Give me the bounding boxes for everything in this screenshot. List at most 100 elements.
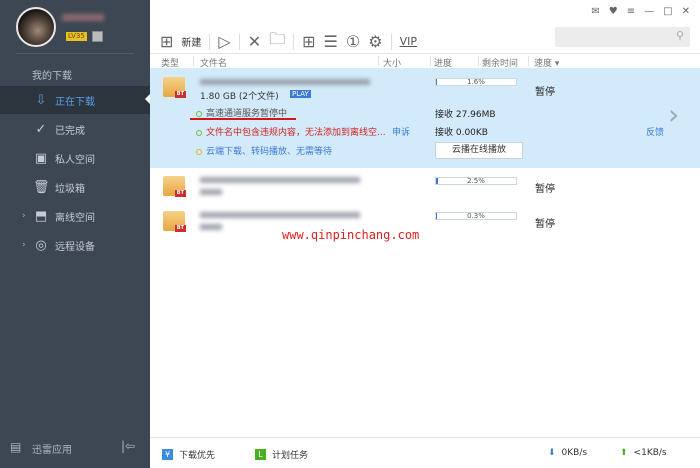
apps-bar: ▤ 迅雷应用 |⇦ xyxy=(0,436,150,468)
chevron-right-icon[interactable]: › xyxy=(668,98,679,131)
progress-fill xyxy=(436,178,438,184)
progress-bar: 0.3% xyxy=(435,212,517,220)
status-bar: ¥ 下载优先 L 计划任务 ⬇ 0KB/s ⬆ <1KB/s xyxy=(150,437,700,468)
lock-icon: ▣ xyxy=(34,150,48,166)
sidebar-item-downloading[interactable]: ⇩ 正在下载 xyxy=(0,86,150,114)
progress-label: 0.3% xyxy=(467,212,485,220)
search-icon[interactable]: ⚲ xyxy=(676,29,684,42)
bt-folder-icon: BT xyxy=(163,211,186,232)
task-row[interactable]: BT 0.3% 暂停 xyxy=(150,205,700,240)
size-blurred xyxy=(200,189,222,195)
appeal-link[interactable]: 申诉 xyxy=(392,125,410,138)
sidebar-item-trash[interactable]: 🗑 垃圾箱 xyxy=(0,173,150,201)
sidebar-item-label: 垃圾箱 xyxy=(55,183,85,195)
progress-bar: 2.5% xyxy=(435,177,517,185)
start-icon[interactable]: ▷ xyxy=(218,32,230,51)
medal-icon xyxy=(92,31,103,42)
sidebar-item-label: 已完成 xyxy=(55,125,85,137)
trash-icon: 🗑 xyxy=(33,179,50,195)
upload-speed-value: <1KB/s xyxy=(633,448,667,458)
cloud-promo[interactable]: 云端下载、转码播放、无需等待 xyxy=(196,144,332,157)
bt-folder-icon: BT xyxy=(163,176,186,197)
minimize-icon[interactable]: — xyxy=(644,6,654,17)
apps-icon: ▤ xyxy=(10,440,22,454)
bt-folder-icon: BT xyxy=(163,77,186,98)
sidebar-item-label: 远程设备 xyxy=(55,241,95,253)
sidebar: LV35 我的下载 ⇩ 正在下载 ✓ 已完成 ▣ 私人空间 🗑 垃圾箱 › ⬒ 离线空间 ›… xyxy=(0,0,150,468)
divider xyxy=(209,33,211,50)
download-speed: ⬇ 0KB/s xyxy=(548,448,587,458)
delete-icon[interactable]: ✕ xyxy=(248,32,261,51)
play-tag[interactable]: PLAY xyxy=(290,90,311,98)
task-size: 1.80 GB (2个文件) xyxy=(200,92,279,102)
qr-code-icon[interactable]: ⊞ xyxy=(302,32,315,51)
task-row[interactable]: BT 1.80 GB (2个文件) PLAY 1.6% 暂停 高速通道服务暂停中… xyxy=(150,68,700,168)
maximize-icon[interactable]: □ xyxy=(663,6,672,17)
toolbar: ⊞ 新建 ▷ ✕ 🗀 ⊞ ☰ ① ⚙ VIP xyxy=(160,28,417,55)
filename-blurred xyxy=(200,212,360,218)
sidebar-item-offline[interactable]: › ⬒ 离线空间 xyxy=(0,202,150,230)
progress-bar: 1.6% xyxy=(435,78,517,86)
priority-label: 下载优先 xyxy=(179,451,216,461)
arrow-down-icon: ⬇ xyxy=(548,448,556,458)
mail-icon[interactable]: ✉ xyxy=(591,6,599,17)
received-1: 接收 27.96MB xyxy=(435,110,496,120)
download-priority-button[interactable]: ¥ 下载优先 xyxy=(162,448,215,461)
progress-label: 1.6% xyxy=(467,78,485,86)
new-task-button[interactable]: 新建 xyxy=(181,34,201,49)
apps-button[interactable]: 迅雷应用 xyxy=(32,441,72,456)
check-circle-icon: ✓ xyxy=(35,121,47,137)
sidebar-header: 我的下载 xyxy=(32,71,72,82)
feedback-link[interactable]: 反馈 xyxy=(646,125,664,138)
cloud-play-button[interactable]: 云播在线播放 xyxy=(435,142,523,159)
divider xyxy=(238,33,240,50)
skin-icon[interactable]: ♥ xyxy=(609,6,618,17)
sidebar-item-label: 离线空间 xyxy=(55,212,95,224)
offline-error: 文件名中包含违规内容，无法添加到离线空... xyxy=(196,125,386,138)
download-icon: ⇩ xyxy=(35,92,47,108)
collapse-sidebar-icon[interactable]: |⇦ xyxy=(121,439,135,453)
received-2: 接收 0.00KB xyxy=(435,128,488,138)
task-status: 暂停 xyxy=(535,184,555,195)
avatar[interactable] xyxy=(16,7,56,47)
menu-icon[interactable]: ≡ xyxy=(627,6,635,17)
scheduled-tasks-button[interactable]: L 计划任务 xyxy=(255,448,308,461)
red-underline xyxy=(190,118,296,120)
new-task-icon[interactable]: ⊞ xyxy=(160,32,173,51)
window-controls: ✉ ♥ ≡ — □ ✕ xyxy=(591,6,690,17)
filename-blurred xyxy=(200,79,370,85)
filename-blurred xyxy=(200,177,360,183)
status-dot xyxy=(196,130,202,136)
task-row[interactable]: BT 2.5% 暂停 xyxy=(150,170,700,205)
vip-button[interactable]: VIP xyxy=(400,35,417,48)
open-folder-icon[interactable]: 🗀 xyxy=(269,28,285,55)
search-input[interactable]: ⚲ xyxy=(555,27,690,47)
sort-icon[interactable]: ☰ xyxy=(324,32,338,51)
remote-device-icon: ◎ xyxy=(35,237,47,253)
divider xyxy=(293,33,295,50)
task-status: 暂停 xyxy=(535,87,555,98)
column-header: 类型 文件名 大小 进度 剩余时间 速度 ▾ xyxy=(150,53,700,69)
progress-fill xyxy=(436,213,438,219)
close-icon[interactable]: ✕ xyxy=(682,6,690,17)
schedule-icon: L xyxy=(255,449,266,460)
size-blurred xyxy=(200,224,222,230)
schedule-label: 计划任务 xyxy=(272,451,309,461)
chevron-right-icon[interactable]: › xyxy=(0,240,26,250)
level-badge: LV35 xyxy=(66,32,87,41)
progress-fill xyxy=(436,79,438,85)
chevron-right-icon[interactable]: › xyxy=(0,211,26,221)
main-panel: ✉ ♥ ≡ — □ ✕ ⊞ 新建 ▷ ✕ 🗀 ⊞ ☰ ① ⚙ VIP ⚲ 类型 … xyxy=(150,0,700,468)
download-speed-value: 0KB/s xyxy=(561,448,588,458)
watermark: www.qinpinchang.com xyxy=(282,228,420,242)
status-dot xyxy=(196,111,202,117)
upload-speed: ⬆ <1KB/s xyxy=(620,448,667,458)
limit-speed-icon[interactable]: ① xyxy=(346,32,360,51)
sidebar-item-completed[interactable]: ✓ 已完成 xyxy=(0,115,150,143)
settings-icon[interactable]: ⚙ xyxy=(368,32,382,51)
sidebar-item-remote[interactable]: › ◎ 远程设备 xyxy=(0,231,150,259)
divider xyxy=(16,53,134,54)
sidebar-item-private[interactable]: ▣ 私人空间 xyxy=(0,144,150,172)
username-blurred xyxy=(62,14,104,21)
priority-icon: ¥ xyxy=(162,449,173,460)
